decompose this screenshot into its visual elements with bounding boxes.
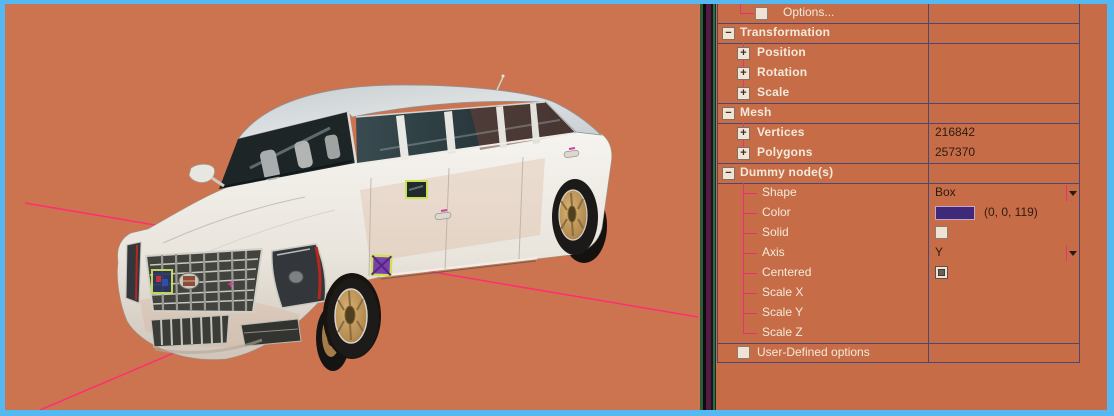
row-color[interactable]: Color (0, 0, 119) <box>717 203 1080 223</box>
row-label: Scale X <box>762 285 804 299</box>
expand-icon[interactable]: + <box>737 127 750 140</box>
row-label: Solid <box>762 225 789 239</box>
category-label: Dummy node(s) <box>740 165 834 179</box>
row-rotation[interactable]: + Rotation <box>717 63 1080 83</box>
antenna <box>496 74 505 91</box>
expand-icon[interactable]: + <box>737 67 750 80</box>
collapse-icon[interactable]: − <box>722 107 735 120</box>
limousine-3d-render <box>24 74 699 410</box>
row-axis[interactable]: Axis Y <box>717 243 1080 263</box>
row-label: Vertices <box>757 125 805 139</box>
headlight-left <box>271 243 327 309</box>
row-mesh[interactable]: − Mesh <box>717 103 1080 123</box>
side-mirror <box>188 163 225 188</box>
color-swatch[interactable] <box>935 206 975 220</box>
shape-value[interactable]: Box <box>935 185 956 199</box>
row-scale-x[interactable]: Scale X <box>717 283 1080 303</box>
row-label: Color <box>762 205 791 219</box>
solid-checkbox[interactable] <box>935 226 948 239</box>
row-label: Polygons <box>757 145 813 159</box>
wheel-front <box>323 273 381 359</box>
row-label: Centered <box>762 265 812 279</box>
row-label: Scale Z <box>762 325 803 339</box>
panel-splitter[interactable] <box>700 4 717 410</box>
centered-checkbox[interactable] <box>935 266 948 279</box>
axis-value[interactable]: Y <box>935 245 943 259</box>
vertices-value: 216842 <box>935 125 976 139</box>
row-label: Rotation <box>757 65 808 79</box>
row-transformation[interactable]: − Transformation <box>717 23 1080 43</box>
properties-panel: Options... − Transformation + Position +… <box>717 4 1107 410</box>
mirror-dummy-marker <box>405 180 428 199</box>
wheel-rear <box>552 179 598 255</box>
row-scale-y[interactable]: Scale Y <box>717 303 1080 323</box>
row-centered[interactable]: Centered <box>717 263 1080 283</box>
dropdown-divider <box>1066 245 1067 261</box>
row-position[interactable]: + Position <box>717 43 1080 63</box>
expand-icon[interactable]: + <box>737 87 750 100</box>
row-dummy-nodes[interactable]: − Dummy node(s) <box>717 163 1080 183</box>
3d-viewport[interactable] <box>5 4 700 410</box>
property-grid: Options... − Transformation + Position +… <box>717 4 1080 363</box>
grille-dummy-marker <box>151 269 173 294</box>
window-content: Options... − Transformation + Position +… <box>5 4 1107 410</box>
dropdown-arrow-icon[interactable] <box>1069 191 1077 196</box>
dummy-node-marker <box>370 254 393 277</box>
expand-icon[interactable]: + <box>737 147 750 160</box>
dropdown-divider <box>1066 185 1067 201</box>
row-polygons[interactable]: + Polygons 257370 <box>717 143 1080 163</box>
row-label: Scale Y <box>762 305 804 319</box>
row-user-defined-options[interactable]: User-Defined options <box>717 343 1080 363</box>
application-window: Options... − Transformation + Position +… <box>0 0 1114 416</box>
cadillac-emblem <box>178 272 200 290</box>
row-label: Position <box>757 45 806 59</box>
row-solid[interactable]: Solid <box>717 223 1080 243</box>
row-label: User-Defined options <box>757 345 870 359</box>
headlight-right <box>125 241 142 304</box>
row-shape[interactable]: Shape Box <box>717 183 1080 203</box>
row-label: Options... <box>783 5 835 19</box>
color-value: (0, 0, 119) <box>984 205 1038 219</box>
options-checkbox[interactable] <box>755 7 768 20</box>
category-label: Transformation <box>740 25 831 39</box>
row-scale-z[interactable]: Scale Z <box>717 323 1080 343</box>
lower-grille <box>150 314 230 348</box>
polygons-value: 257370 <box>935 145 976 159</box>
row-options[interactable]: Options... <box>717 4 1080 23</box>
collapse-icon[interactable]: − <box>722 167 735 180</box>
category-label: Mesh <box>740 105 772 119</box>
row-scale[interactable]: + Scale <box>717 83 1080 103</box>
dropdown-arrow-icon[interactable] <box>1069 251 1077 256</box>
collapse-icon[interactable]: − <box>722 27 735 40</box>
row-vertices[interactable]: + Vertices 216842 <box>717 123 1080 143</box>
user-defined-checkbox[interactable] <box>737 346 750 359</box>
row-label: Shape <box>762 185 797 199</box>
row-label: Scale <box>757 85 790 99</box>
row-label: Axis <box>762 245 785 259</box>
expand-icon[interactable]: + <box>737 47 750 60</box>
